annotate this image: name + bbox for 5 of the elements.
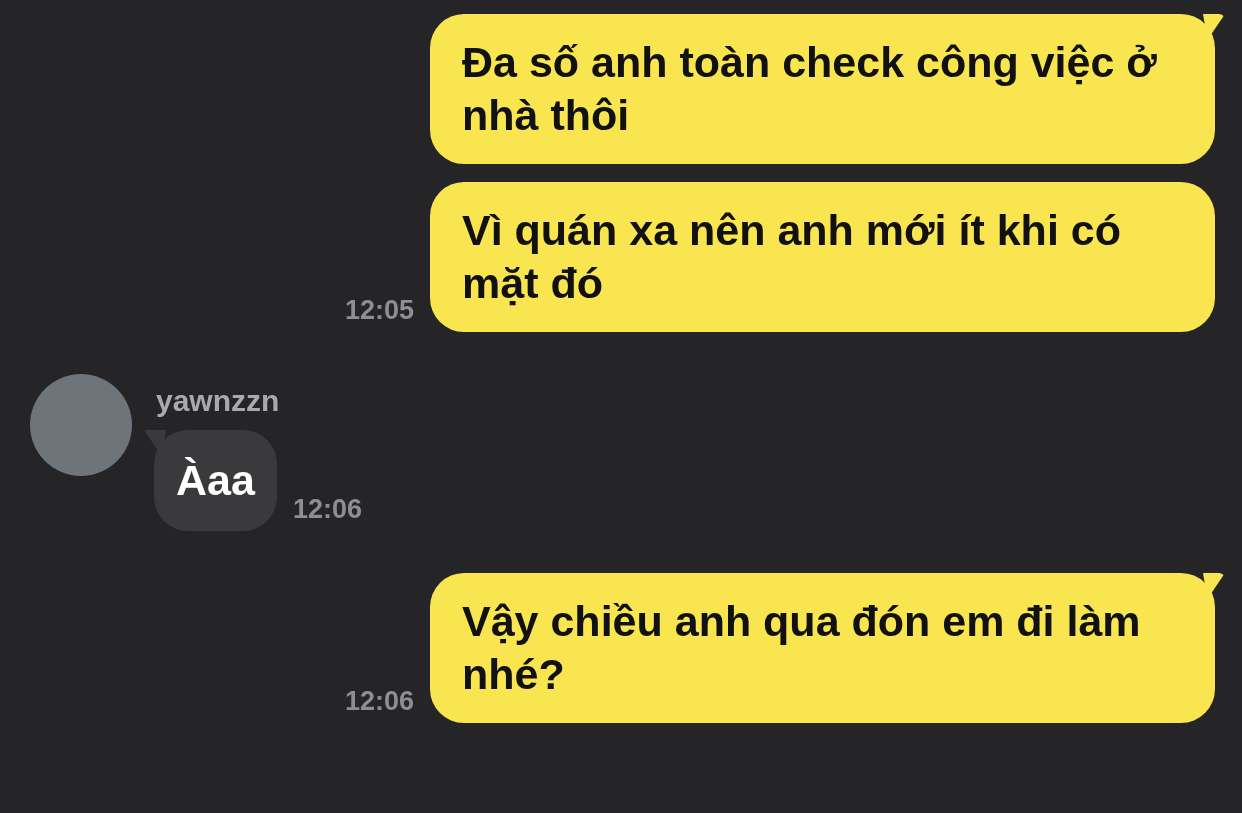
message-time: 12:06 bbox=[344, 688, 414, 718]
message-bubble: Vì quán xa nên anh mới ít khi có mặt đó bbox=[430, 182, 1215, 332]
message-time: 12:06 bbox=[292, 496, 362, 526]
message-time: 12:05 bbox=[344, 297, 414, 327]
sender-name: yawnzzn bbox=[156, 386, 281, 416]
